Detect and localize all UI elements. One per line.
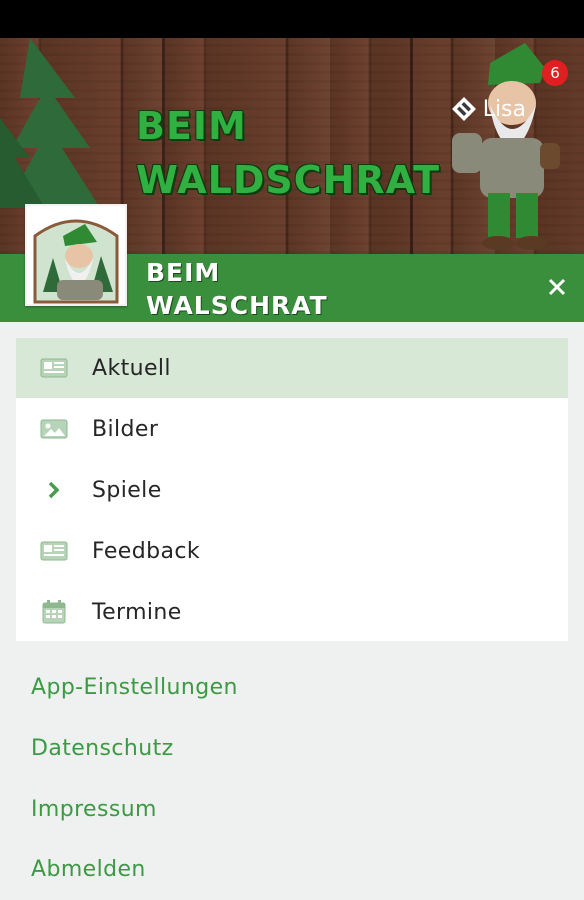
close-icon [548,278,566,296]
menu-item-label: Bilder [92,416,159,442]
menu-item-label: Termine [92,599,182,625]
logout-link[interactable]: Abmelden [31,857,146,882]
hero-title-line1: BEIM [136,104,247,148]
news-icon [40,539,68,563]
calendar-icon [40,600,68,624]
imprint-link[interactable]: Impressum [31,797,157,822]
diamond-logo-icon [451,97,476,121]
notification-badge[interactable]: 6 [542,60,568,86]
drawer-title: BEIM WALSCHRAT [146,256,328,322]
menu-item-label: Spiele [92,477,162,503]
menu-item-bilder[interactable]: Bilder [16,399,568,459]
image-icon [40,417,68,441]
gnome-avatar-image [27,206,125,304]
user-name: Lisa [482,96,526,122]
menu-item-label: Feedback [92,538,200,564]
menu-item-aktuell[interactable]: Aktuell [16,338,568,398]
hero-title-line2: WALDSCHRAT [136,158,441,202]
menu-item-termine[interactable]: Termine [16,582,568,642]
status-bar [0,0,584,38]
privacy-link[interactable]: Datenschutz [31,736,174,761]
news-icon [40,356,68,380]
menu-item-spiele[interactable]: Spiele [16,460,568,520]
chevron-right-icon [40,478,68,502]
app-settings-link[interactable]: App-Einstellungen [31,675,238,700]
club-avatar [25,204,127,306]
drawer-title-line2: WALSCHRAT [146,291,328,320]
drawer-title-line1: BEIM [146,258,221,287]
close-button[interactable] [542,272,572,302]
menu-item-label: Aktuell [92,355,171,381]
user-account-chip[interactable]: Lisa [451,96,526,122]
menu-item-feedback[interactable]: Feedback [16,521,568,581]
plank-divider [410,38,413,254]
main-menu: Aktuell Bilder Spiele Feedback Termine [16,338,568,641]
